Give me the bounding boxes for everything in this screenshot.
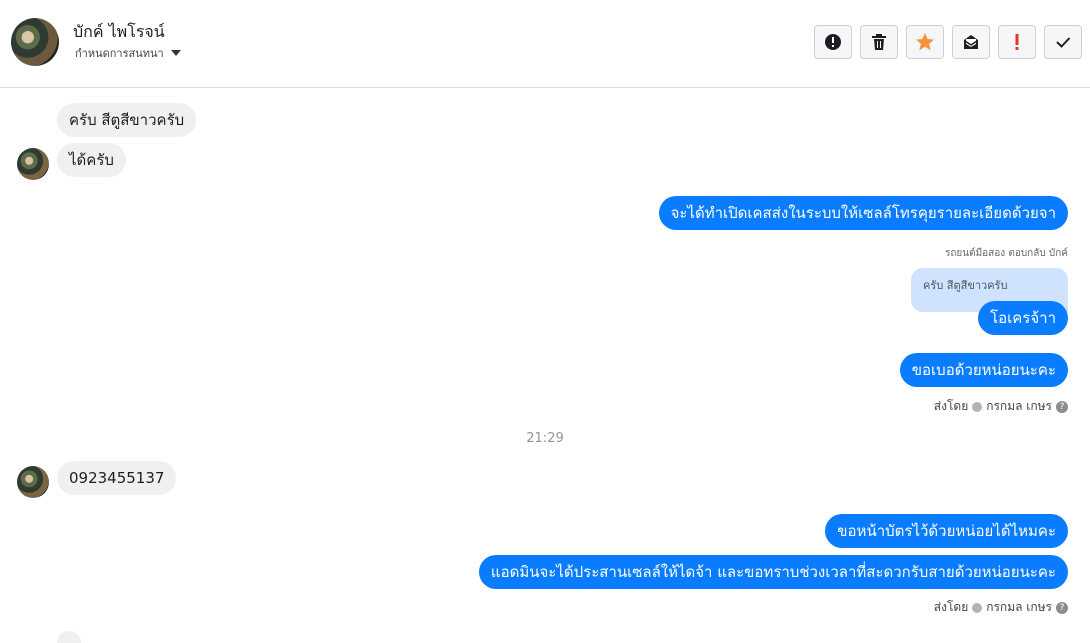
exclamation-icon — [1015, 34, 1019, 50]
outgoing-message[interactable]: จะได้ทำเปิดเคสส่งในระบบให้เซลล์โทรคุยราย… — [658, 196, 1068, 230]
sender-avatar — [17, 466, 49, 498]
spam-button[interactable] — [814, 25, 852, 59]
incoming-message-partial[interactable] — [57, 631, 81, 643]
contact-name[interactable]: บักค์ ไพโรจน์ — [73, 20, 165, 45]
sent-by-text: ส่งโดย — [933, 399, 969, 413]
outgoing-message[interactable]: แอดมินจะได้ประสานเซลล์ให้ไดจ้า และขอทราบ… — [478, 555, 1068, 589]
sender-avatar — [17, 148, 49, 180]
assign-conversation-label: กำหนดการสนทนา — [75, 47, 164, 60]
mark-unread-button[interactable] — [952, 25, 990, 59]
outgoing-message[interactable]: โอเครจ้าา — [978, 301, 1068, 335]
outgoing-message[interactable]: ขอเบอด้วยหน่อยนะคะ — [899, 353, 1068, 387]
help-icon[interactable]: ? — [1056, 400, 1068, 413]
incoming-message[interactable]: ครับ สีตูสีขาวครับ — [57, 103, 197, 137]
sent-by-text: ส่งโดย — [933, 600, 969, 614]
sent-by-label: ส่งโดย กรกมล เกษร ? — [934, 397, 1068, 416]
check-icon — [1056, 37, 1071, 48]
incoming-message[interactable]: 0923455137 — [57, 461, 177, 495]
sender-admin-name[interactable]: กรกมล เกษร — [986, 598, 1052, 617]
verified-icon — [972, 602, 983, 613]
reply-context-note: รถยนต์มือสอง ตอบกลับ บักค์ — [944, 248, 1068, 259]
follow-up-button[interactable] — [998, 25, 1036, 59]
chevron-down-icon — [170, 50, 181, 56]
star-button[interactable] — [906, 25, 944, 59]
conversation-header: บักค์ ไพโรจน์ กำหนดการสนทนา — [0, 0, 1090, 88]
incoming-message[interactable]: ได้ครับ — [57, 143, 126, 177]
help-icon[interactable]: ? — [1056, 601, 1068, 614]
sent-by-label: ส่งโดย กรกมล เกษร ? — [934, 598, 1068, 617]
trash-icon — [872, 34, 886, 50]
sender-admin-name[interactable]: กรกมล เกษร — [986, 397, 1052, 416]
verified-icon — [972, 401, 983, 412]
assign-conversation-dropdown[interactable]: กำหนดการสนทนา — [75, 44, 181, 62]
timestamp-separator: 21:29 — [526, 431, 564, 446]
message-thread[interactable]: ครับ สีตูสีขาวครับ ได้ครับ จะได้ทำเปิดเค… — [0, 88, 1090, 643]
delete-button[interactable] — [860, 25, 898, 59]
conversation-toolbar — [814, 25, 1082, 59]
star-icon — [916, 33, 934, 51]
alert-circle-icon — [825, 34, 841, 50]
mark-unread-icon — [964, 35, 978, 49]
done-button[interactable] — [1044, 25, 1082, 59]
outgoing-message[interactable]: ขอหน้าบัตรไว้ด้วยหน่อยได้ไหมคะ — [825, 514, 1068, 548]
contact-avatar[interactable] — [11, 18, 59, 66]
